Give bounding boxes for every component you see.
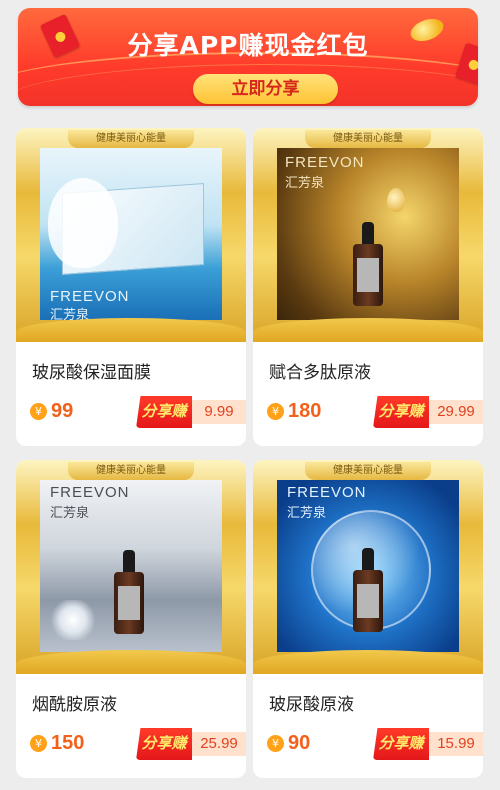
yen-icon: ¥ xyxy=(267,403,284,420)
frame-tag: 健康美丽心能量 xyxy=(305,130,431,148)
share-earn-amount: 29.99 xyxy=(429,400,483,424)
brand-name-en: FREEVON xyxy=(285,154,365,171)
serum-bottle-graphic xyxy=(353,548,383,632)
share-earn-amount: 9.99 xyxy=(192,400,246,424)
brand-name-cn: 汇芳泉 xyxy=(50,506,90,521)
frame-base xyxy=(16,318,246,342)
yen-icon: ¥ xyxy=(30,403,47,420)
product-name[interactable]: 玻尿酸保湿面膜 xyxy=(32,358,151,383)
frame-base xyxy=(16,650,246,674)
frame-tag: 健康美丽心能量 xyxy=(305,462,431,480)
product-card[interactable]: FREEVON 汇芳泉 健康美丽心能量 赋合多肽原液 ¥ 180 分享赚 29.… xyxy=(253,128,483,446)
product-name[interactable]: 赋合多肽原液 xyxy=(269,358,371,383)
brand-name-en: FREEVON xyxy=(50,484,130,501)
share-earn-label: 分享赚 xyxy=(136,396,192,428)
product-image-frame: FREEVON 汇芳泉 健康美丽心能量 xyxy=(16,460,246,674)
brand-name-cn: 汇芳泉 xyxy=(285,176,325,191)
banner-title: 分享APP赚现金红包 xyxy=(127,31,369,60)
share-app-banner[interactable]: 分享APP赚现金红包 立即分享 xyxy=(18,8,478,106)
product-image-frame: FREEVON 汇芳泉 健康美丽心能量 xyxy=(253,128,483,342)
product-image: FREEVON 汇芳泉 xyxy=(40,148,222,320)
face-mask-graphic xyxy=(48,178,118,268)
yen-icon: ¥ xyxy=(267,735,284,752)
price-value: 90 xyxy=(288,732,311,754)
share-earn-button[interactable]: 分享赚 15.99 xyxy=(373,728,483,760)
share-earn-button[interactable]: 分享赚 25.99 xyxy=(136,728,246,760)
share-now-button[interactable]: 立即分享 xyxy=(193,74,338,104)
frame-base xyxy=(253,318,483,342)
share-earn-label: 分享赚 xyxy=(136,728,192,760)
product-image-frame: FREEVON 汇芳泉 健康美丽心能量 xyxy=(253,460,483,674)
yen-icon: ¥ xyxy=(30,735,47,752)
product-image: FREEVON 汇芳泉 xyxy=(277,148,459,320)
brand-name-en: FREEVON xyxy=(50,288,130,305)
product-name[interactable]: 烟酰胺原液 xyxy=(32,690,117,715)
product-card[interactable]: FREEVON 汇芳泉 健康美丽心能量 玻尿酸保湿面膜 ¥ 99 分享赚 9.9… xyxy=(16,128,246,446)
price-value: 180 xyxy=(288,400,322,422)
serum-drop-graphic xyxy=(387,188,405,212)
frame-tag: 健康美丽心能量 xyxy=(68,462,194,480)
serum-bottle-graphic xyxy=(114,550,144,634)
serum-bottle-graphic xyxy=(353,222,383,306)
share-earn-amount: 15.99 xyxy=(429,732,483,756)
product-image: FREEVON 汇芳泉 xyxy=(277,480,459,652)
brand-name-en: FREEVON xyxy=(287,484,367,501)
price-value: 99 xyxy=(51,400,74,422)
product-image-frame: FREEVON 汇芳泉 健康美丽心能量 xyxy=(16,128,246,342)
share-earn-button[interactable]: 分享赚 9.99 xyxy=(136,396,246,428)
brand-name-cn: 汇芳泉 xyxy=(287,506,327,521)
share-earn-button[interactable]: 分享赚 29.99 xyxy=(373,396,483,428)
share-earn-label: 分享赚 xyxy=(373,728,429,760)
frame-base xyxy=(253,650,483,674)
product-card[interactable]: FREEVON 汇芳泉 健康美丽心能量 玻尿酸原液 ¥ 90 分享赚 15.99 xyxy=(253,460,483,778)
product-name[interactable]: 玻尿酸原液 xyxy=(269,690,354,715)
product-card[interactable]: FREEVON 汇芳泉 健康美丽心能量 烟酰胺原液 ¥ 150 分享赚 25.9… xyxy=(16,460,246,778)
frame-tag: 健康美丽心能量 xyxy=(68,130,194,148)
ice-crystal-graphic xyxy=(48,600,98,640)
brand-name-cn: 汇芳泉 xyxy=(50,308,90,320)
price-value: 150 xyxy=(51,732,85,754)
share-earn-label: 分享赚 xyxy=(373,396,429,428)
share-earn-amount: 25.99 xyxy=(192,732,246,756)
product-image: FREEVON 汇芳泉 xyxy=(40,480,222,652)
